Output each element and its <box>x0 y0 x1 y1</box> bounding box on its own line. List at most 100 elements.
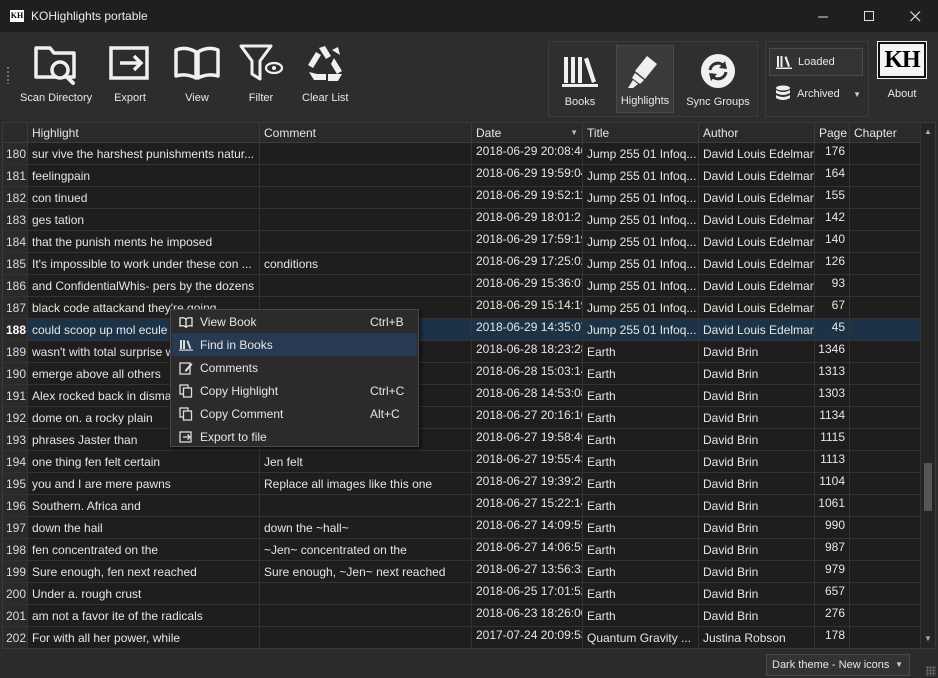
chapter-cell[interactable] <box>850 517 921 539</box>
author-cell[interactable]: David Brin <box>699 473 815 495</box>
author-cell[interactable]: David Brin <box>699 605 815 627</box>
row-number[interactable]: 197 <box>3 517 28 539</box>
title-cell[interactable]: Jump 255 01 Infoq... <box>583 275 699 297</box>
table-row[interactable]: 184 that the punish ments he imposed 2018-… <box>3 231 921 253</box>
row-number[interactable]: 187 <box>3 297 28 319</box>
chapter-cell[interactable] <box>850 275 921 297</box>
page-cell[interactable]: 990 <box>815 517 850 539</box>
menu-item-copy-comment[interactable]: Copy Comment Alt+C <box>172 402 417 425</box>
title-cell[interactable]: Earth <box>583 407 699 429</box>
chapter-cell[interactable] <box>850 187 921 209</box>
author-cell[interactable]: David Brin <box>699 407 815 429</box>
menu-item-view-book[interactable]: View Book Ctrl+B <box>172 310 417 333</box>
date-cell[interactable]: 2018-06-29 19:52:11 <box>472 187 583 209</box>
vertical-scrollbar[interactable]: ▲ ▼ <box>920 123 935 648</box>
comment-cell[interactable]: conditions <box>260 253 472 275</box>
chapter-cell[interactable] <box>850 297 921 319</box>
author-cell[interactable]: David Brin <box>699 451 815 473</box>
title-cell[interactable]: Earth <box>583 429 699 451</box>
table-row[interactable]: 201 am not a favor ite of the radicals 201… <box>3 605 921 627</box>
title-cell[interactable]: Earth <box>583 341 699 363</box>
author-cell[interactable]: David Louis Edelman <box>699 319 815 341</box>
highlight-cell[interactable]: that the punish ments he imposed <box>28 231 260 253</box>
row-number[interactable]: 198 <box>3 539 28 561</box>
author-cell[interactable]: David Brin <box>699 495 815 517</box>
author-cell[interactable]: David Louis Edelman <box>699 231 815 253</box>
highlights-table[interactable]: Highlight Comment Date ▼ Title Author Pa… <box>2 122 936 649</box>
title-cell[interactable]: Earth <box>583 473 699 495</box>
page-cell[interactable]: 1115 <box>815 429 850 451</box>
author-cell[interactable]: David Louis Edelman <box>699 253 815 275</box>
author-cell[interactable]: David Brin <box>699 583 815 605</box>
table-row[interactable]: 192 dome on. a rocky plain 2018-06-27 20:1… <box>3 407 921 429</box>
date-cell[interactable]: 2018-06-27 20:16:10 <box>472 407 583 429</box>
highlight-cell[interactable]: For with all her power, while <box>28 627 260 648</box>
row-number[interactable]: 196 <box>3 495 28 517</box>
resize-grip-icon[interactable] <box>926 666 936 676</box>
row-number[interactable]: 181 <box>3 165 28 187</box>
table-row[interactable]: 190 emerge above all others 2018-06-28 15:… <box>3 363 921 385</box>
comment-cell[interactable]: Replace all images like this one <box>260 473 472 495</box>
title-cell[interactable]: Earth <box>583 363 699 385</box>
author-cell[interactable]: David Brin <box>699 517 815 539</box>
page-cell[interactable]: 140 <box>815 231 850 253</box>
highlight-cell[interactable]: Under a. rough crust <box>28 583 260 605</box>
chapter-cell[interactable] <box>850 561 921 583</box>
highlights-view-button[interactable]: Highlights <box>616 45 674 113</box>
comment-cell[interactable]: Sure enough, ~Jen~ next reached <box>260 561 472 583</box>
comment-cell[interactable] <box>260 627 472 648</box>
date-cell[interactable]: 2018-06-27 14:06:59 <box>472 539 583 561</box>
view-button[interactable]: View <box>173 42 221 104</box>
table-row[interactable]: 193 phrases Jaster than 2018-06-27 19:58:4… <box>3 429 921 451</box>
date-cell[interactable]: 2018-06-27 14:09:59 <box>472 517 583 539</box>
row-number[interactable]: 185 <box>3 253 28 275</box>
highlight-cell[interactable]: It's impossible to work under these con … <box>28 253 260 275</box>
table-row[interactable]: 196 Southern. Africa and 2018-06-27 15:22:… <box>3 495 921 517</box>
table-row[interactable]: 198 fen concentrated on the ~Jen~ concentr… <box>3 539 921 561</box>
table-row[interactable]: 202 For with all her power, while 2017-07-… <box>3 627 921 648</box>
author-cell[interactable]: Justina Robson <box>699 627 815 648</box>
table-row[interactable]: 183 ges tation 2018-06-29 18:01:21 Jump 255… <box>3 209 921 231</box>
row-number[interactable]: 202 <box>3 627 28 648</box>
row-number[interactable]: 189 <box>3 341 28 363</box>
highlight-cell[interactable]: Sure enough, fen next reached <box>28 561 260 583</box>
chapter-cell[interactable] <box>850 605 921 627</box>
menu-item-comments[interactable]: Comments <box>172 356 417 379</box>
title-cell[interactable]: Earth <box>583 539 699 561</box>
toolbar-grip[interactable] <box>6 66 10 84</box>
highlight-cell[interactable]: con tinued <box>28 187 260 209</box>
column-header-page[interactable]: Page <box>815 123 850 143</box>
table-row[interactable]: 191Alex rocked back in dismayith dots201… <box>3 385 921 407</box>
table-row[interactable]: 200 Under a. rough crust 2018-06-25 17:01:… <box>3 583 921 605</box>
title-cell[interactable]: Jump 255 01 Infoq... <box>583 187 699 209</box>
title-cell[interactable]: Jump 255 01 Infoq... <box>583 143 699 165</box>
date-cell[interactable]: 2018-06-28 18:23:28 <box>472 341 583 363</box>
highlight-cell[interactable]: ges tation <box>28 209 260 231</box>
title-cell[interactable]: Jump 255 01 Infoq... <box>583 165 699 187</box>
table-row[interactable]: 182 con tinued 2018-06-29 19:52:11 Jump 255… <box>3 187 921 209</box>
author-cell[interactable]: David Brin <box>699 385 815 407</box>
row-number[interactable]: 186 <box>3 275 28 297</box>
table-row[interactable]: 180 sur vive the harshest punishments nat… <box>3 143 921 165</box>
chapter-cell[interactable] <box>850 473 921 495</box>
date-cell[interactable]: 2018-06-29 20:08:40 <box>472 143 583 165</box>
row-number[interactable]: 192 <box>3 407 28 429</box>
highlight-cell[interactable]: down the hail <box>28 517 260 539</box>
highlight-cell[interactable]: fen concentrated on the <box>28 539 260 561</box>
row-number[interactable]: 190 <box>3 363 28 385</box>
column-header-author[interactable]: Author <box>699 123 815 143</box>
row-number[interactable]: 183 <box>3 209 28 231</box>
row-number[interactable]: 188 <box>3 319 28 341</box>
table-row[interactable]: 189 wasn't with total surprise w 2018-06-2… <box>3 341 921 363</box>
author-cell[interactable]: David Louis Edelman <box>699 165 815 187</box>
title-cell[interactable]: Earth <box>583 385 699 407</box>
page-cell[interactable]: 126 <box>815 253 850 275</box>
comment-cell[interactable] <box>260 583 472 605</box>
date-cell[interactable]: 2018-06-29 17:25:02 <box>472 253 583 275</box>
menu-item-copy-highlight[interactable]: Copy Highlight Ctrl+C <box>172 379 417 402</box>
table-row[interactable]: 197 down the hail down the ~hall~ 2018-06-2… <box>3 517 921 539</box>
page-cell[interactable]: 979 <box>815 561 850 583</box>
title-cell[interactable]: Jump 255 01 Infoq... <box>583 231 699 253</box>
comment-cell[interactable] <box>260 187 472 209</box>
scroll-thumb[interactable] <box>924 463 932 511</box>
